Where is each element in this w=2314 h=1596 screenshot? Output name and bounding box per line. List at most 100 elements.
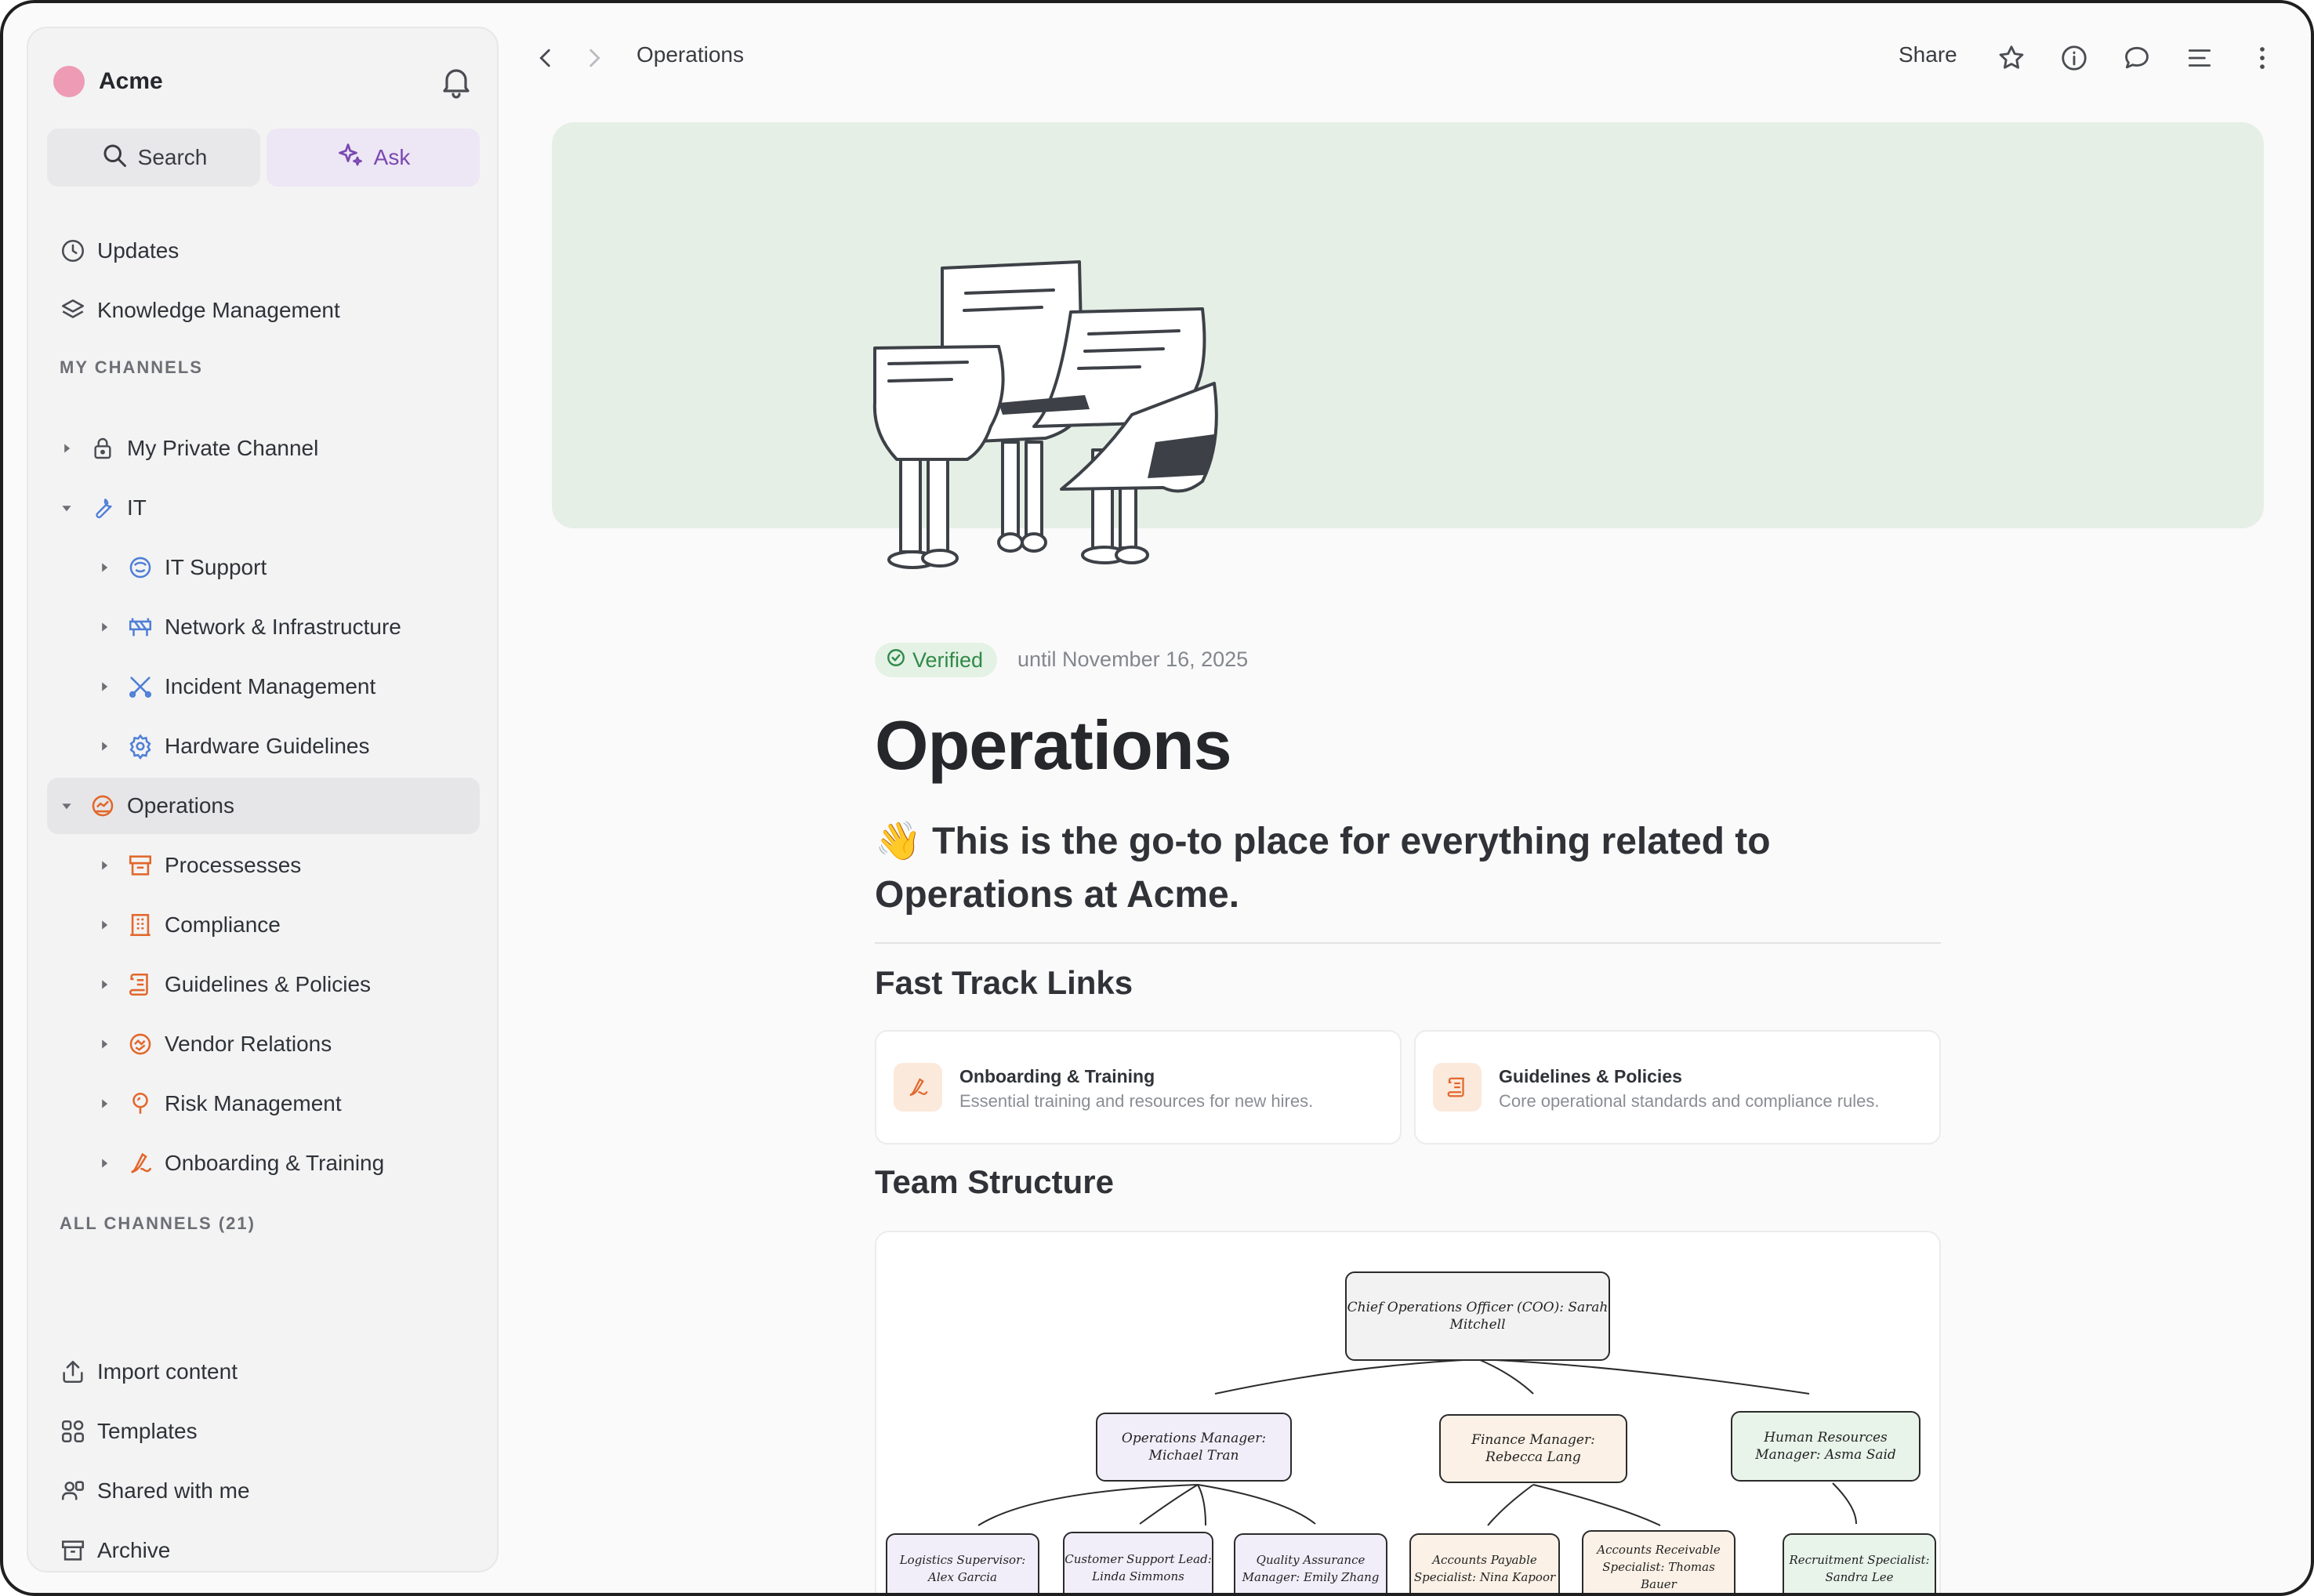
outline-icon[interactable] xyxy=(2181,39,2218,77)
sidebar-item-label: Risk Management xyxy=(165,1091,342,1115)
sidebar-item-label: Templates xyxy=(97,1419,198,1443)
caret-down-icon[interactable] xyxy=(60,799,74,813)
card-description: Essential training and resources for new… xyxy=(959,1091,1314,1111)
sidebar-item-onboarding-training[interactable]: Onboarding & Training xyxy=(47,1135,480,1192)
card-description: Core operational standards and complianc… xyxy=(1499,1091,1880,1111)
sidebar-item-label: My Private Channel xyxy=(127,436,319,460)
scroll-icon xyxy=(125,970,155,999)
workspace-name: Acme xyxy=(99,68,163,94)
sign-icon xyxy=(125,1148,155,1178)
sidebar-item-label: Processesses xyxy=(165,853,302,877)
sparkle-icon xyxy=(336,141,365,175)
archive-icon xyxy=(58,1536,88,1565)
sidebar-item-label: Guidelines & Policies xyxy=(165,972,372,996)
caret-right-icon[interactable] xyxy=(97,1037,111,1051)
top-bar: Operations Share xyxy=(505,27,2292,89)
search-button[interactable]: Search xyxy=(47,129,260,187)
org-node-hr-manager: Human Resources Manager: Asma Said xyxy=(1731,1411,1920,1482)
verified-label: Verified xyxy=(912,647,984,672)
sidebar-item-label: Compliance xyxy=(165,912,281,937)
process-icon xyxy=(125,851,155,880)
caret-right-icon[interactable] xyxy=(97,620,111,634)
sign-icon xyxy=(894,1063,942,1112)
team-structure-heading: Team Structure xyxy=(875,1163,1114,1200)
org-node-coo: Chief Operations Officer (COO): Sarah Mi… xyxy=(1345,1271,1610,1361)
workspace-avatar xyxy=(53,66,85,97)
card-title: Onboarding & Training xyxy=(959,1066,1155,1086)
layers-icon xyxy=(58,296,88,325)
caret-right-icon[interactable] xyxy=(97,858,111,872)
wrench-icon xyxy=(88,493,118,523)
sidebar-item-hardware-guidelines[interactable]: Hardware Guidelines xyxy=(47,718,480,774)
sidebar-item-updates[interactable]: Updates xyxy=(47,223,480,279)
sidebar-item-it[interactable]: IT xyxy=(47,480,480,536)
ask-button[interactable]: Ask xyxy=(267,129,480,187)
fast-track-heading: Fast Track Links xyxy=(875,964,1133,1001)
sidebar-item-label: Onboarding & Training xyxy=(165,1151,385,1175)
my-channels-heading: MY CHANNELS xyxy=(60,357,203,377)
caret-right-icon[interactable] xyxy=(97,680,111,694)
org-node-accounts-payable: Accounts Payable Specialist: Nina Kapoor xyxy=(1409,1533,1560,1593)
info-icon[interactable] xyxy=(2055,39,2093,77)
bell-icon[interactable] xyxy=(437,63,475,100)
sidebar-item-guidelines-policies[interactable]: Guidelines & Policies xyxy=(47,956,480,1013)
forward-icon[interactable] xyxy=(575,39,613,77)
sidebar-item-import-content[interactable]: Import content xyxy=(47,1344,480,1400)
shared-icon xyxy=(58,1476,88,1506)
upload-icon xyxy=(58,1357,88,1387)
ask-label: Ask xyxy=(373,145,411,169)
sidebar-item-label: Incident Management xyxy=(165,674,376,698)
support-icon xyxy=(125,553,155,582)
sidebar-item-incident-management[interactable]: Incident Management xyxy=(47,658,480,715)
clock-icon xyxy=(58,236,88,266)
sidebar-item-it-support[interactable]: IT Support xyxy=(47,539,480,596)
sidebar-item-compliance[interactable]: Compliance xyxy=(47,897,480,953)
all-channels-heading[interactable]: ALL CHANNELS (21) xyxy=(60,1213,256,1234)
org-node-logistics: Logistics Supervisor: Alex Garcia xyxy=(886,1533,1039,1593)
caret-right-icon[interactable] xyxy=(97,1097,111,1111)
org-node-customer-support: Customer Support Lead: Linda Simmons xyxy=(1063,1532,1213,1593)
org-node-recruitment: Recruitment Specialist: Sandra Lee xyxy=(1783,1533,1936,1593)
caret-right-icon[interactable] xyxy=(97,739,111,753)
sidebar-item-label: Shared with me xyxy=(97,1478,250,1503)
back-icon[interactable] xyxy=(527,39,564,77)
sidebar-item-label: Updates xyxy=(97,238,180,263)
caret-down-icon[interactable] xyxy=(60,501,74,515)
caret-right-icon[interactable] xyxy=(97,560,111,575)
caret-right-icon[interactable] xyxy=(97,978,111,992)
share-button[interactable]: Share xyxy=(1899,42,1957,67)
caret-right-icon[interactable] xyxy=(60,441,74,455)
sidebar-item-label: Operations xyxy=(127,793,234,818)
caret-right-icon[interactable] xyxy=(97,1156,111,1170)
operations-icon xyxy=(88,791,118,821)
lock-icon xyxy=(88,433,118,463)
sidebar-item-label: Network & Infrastructure xyxy=(165,615,401,639)
more-icon[interactable] xyxy=(2243,39,2281,77)
card-title: Guidelines & Policies xyxy=(1499,1066,1682,1086)
sidebar-item-operations[interactable]: Operations xyxy=(47,778,480,834)
workspace-switcher[interactable]: Acme xyxy=(53,60,163,103)
sidebar-item-risk-management[interactable]: Risk Management xyxy=(47,1075,480,1132)
sidebar-item-label: Knowledge Management xyxy=(97,298,340,322)
sidebar-item-templates[interactable]: Templates xyxy=(47,1403,480,1460)
fast-track-card-guidelines[interactable]: Guidelines & Policies Core operational s… xyxy=(1414,1030,1941,1144)
templates-icon xyxy=(58,1416,88,1446)
sidebar-item-label: Archive xyxy=(97,1538,171,1562)
caret-right-icon[interactable] xyxy=(97,918,111,932)
sidebar-item-network-infrastructure[interactable]: Network & Infrastructure xyxy=(47,599,480,655)
verified-until: until November 16, 2025 xyxy=(1017,647,1249,671)
sidebar-item-my-private-channel[interactable]: My Private Channel xyxy=(47,420,480,477)
breadcrumb[interactable]: Operations xyxy=(637,42,744,67)
sidebar-item-shared-with-me[interactable]: Shared with me xyxy=(47,1463,480,1519)
star-icon[interactable] xyxy=(1993,39,2030,77)
sidebar-item-vendor-relations[interactable]: Vendor Relations xyxy=(47,1016,480,1072)
sidebar-item-processes[interactable]: Processesses xyxy=(47,837,480,894)
sidebar-item-archive[interactable]: Archive xyxy=(47,1522,480,1579)
verified-badge[interactable]: Verified xyxy=(875,643,998,677)
fast-track-card-onboarding[interactable]: Onboarding & Training Essential training… xyxy=(875,1030,1402,1144)
sidebar-item-knowledge-management[interactable]: Knowledge Management xyxy=(47,282,480,339)
comment-icon[interactable] xyxy=(2118,39,2156,77)
org-node-quality-assurance: Quality Assurance Manager: Emily Zhang xyxy=(1234,1533,1387,1593)
cover-banner xyxy=(552,122,2264,528)
org-node-accounts-receivable: Accounts Receivable Specialist: Thomas B… xyxy=(1582,1530,1736,1593)
